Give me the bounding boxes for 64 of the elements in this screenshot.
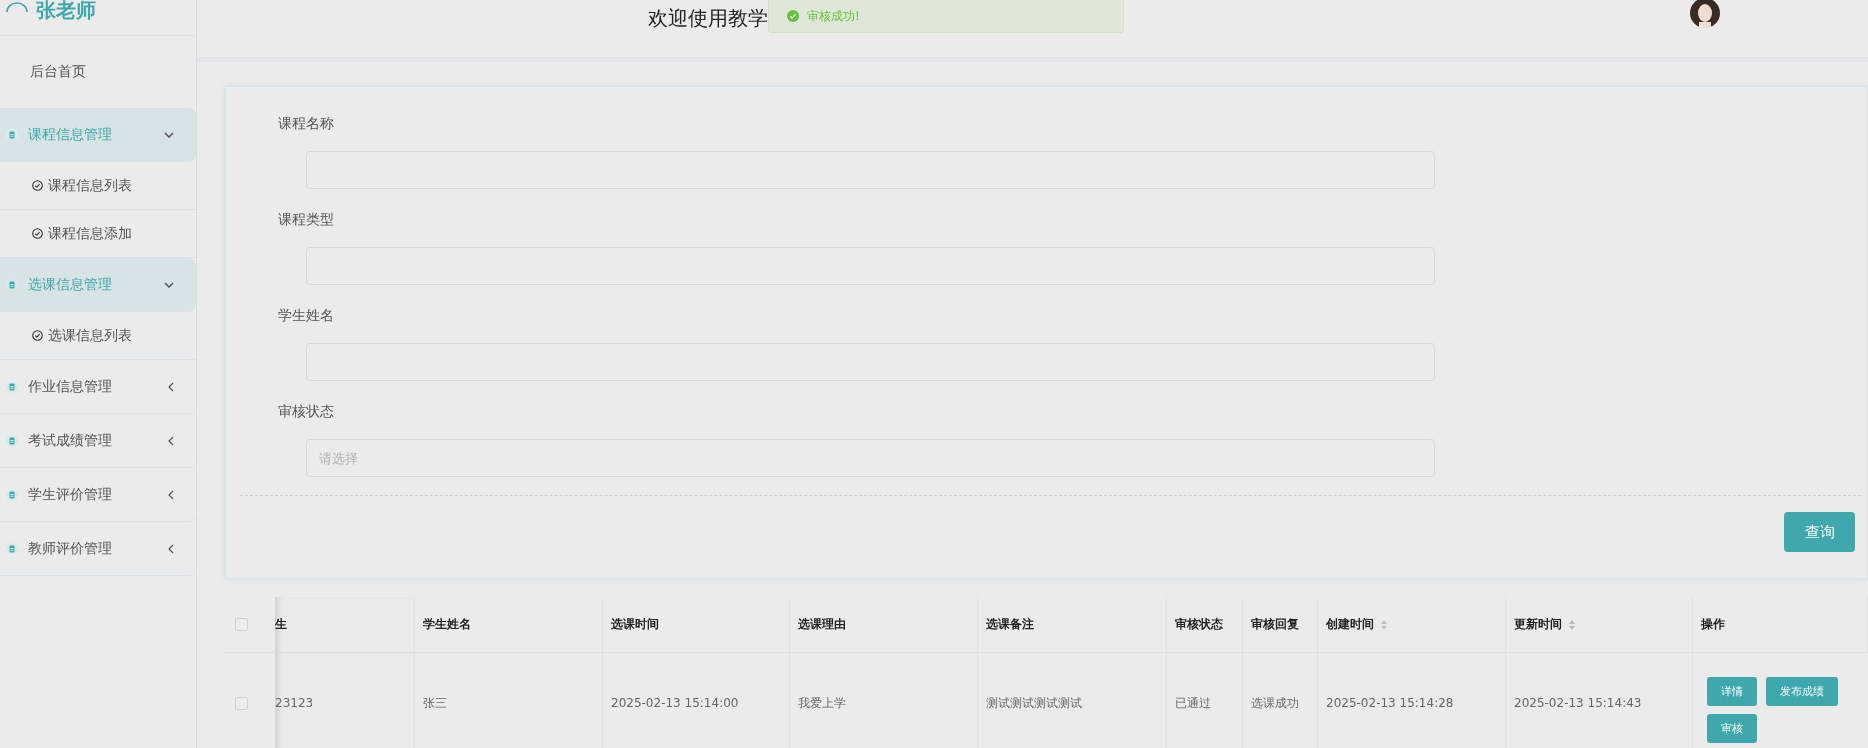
- nav-group[interactable]: 教师评价管理: [0, 522, 196, 576]
- chevron-left-icon: [168, 543, 174, 554]
- document-icon: [6, 434, 18, 447]
- document-icon: [6, 380, 18, 393]
- document-icon: [6, 542, 18, 555]
- user-icon: [6, 0, 28, 12]
- chevron-left-icon: [168, 381, 174, 392]
- welcome-title: 欢迎使用教学: [648, 5, 768, 32]
- nav-group-label: 考试成绩管理: [28, 431, 113, 450]
- field-label: 课程类型: [278, 211, 335, 229]
- nav-group[interactable]: 考试成绩管理: [0, 414, 196, 468]
- sort-icon[interactable]: [1568, 618, 1576, 631]
- nav-group-label: 教师评价管理: [28, 539, 113, 558]
- toast-message: 审核成功!: [807, 7, 860, 25]
- nav-subitem-label: 课程信息添加: [48, 224, 132, 243]
- nav-group-label: 课程信息管理: [28, 125, 113, 144]
- document-icon: [6, 488, 18, 501]
- row-checkbox[interactable]: [235, 696, 248, 710]
- check-circle-icon: [32, 180, 43, 191]
- column-header: 生: [275, 616, 287, 633]
- column-header: 选课理由: [798, 616, 846, 633]
- table-cell: 我爱上学: [798, 694, 846, 712]
- column-header: 选课备注: [986, 616, 1034, 633]
- nav-item[interactable]: 后台首页: [0, 36, 196, 108]
- column-header: 更新时间: [1514, 616, 1562, 633]
- nav-group-label: 学生评价管理: [28, 485, 113, 504]
- chevron-down-icon: [164, 281, 174, 288]
- nav-subitem-label: 课程信息列表: [48, 176, 132, 195]
- nav-group[interactable]: 学生评价管理: [0, 468, 196, 522]
- table-cell: 测试测试测试测试: [986, 694, 1082, 712]
- table-cell: 已通过: [1175, 694, 1211, 712]
- field-label: 审核状态: [278, 403, 335, 421]
- table-cell: 选课成功: [1251, 694, 1299, 712]
- nav-group[interactable]: 作业信息管理: [0, 360, 196, 414]
- nav-group-label: 选课信息管理: [28, 275, 113, 294]
- success-icon: [787, 10, 799, 22]
- nav-subitem[interactable]: 课程信息列表: [0, 162, 196, 210]
- check-circle-icon: [32, 228, 43, 239]
- select-all-checkbox[interactable]: [235, 618, 248, 631]
- document-icon: [6, 128, 18, 141]
- column-header: 审核状态: [1175, 616, 1223, 633]
- table-cell: 2025-02-13 15:14:28: [1326, 696, 1454, 710]
- nav-group-label: 作业信息管理: [28, 377, 113, 396]
- column-header: 操作: [1701, 616, 1725, 633]
- table-cell: 2025-02-13 15:14:43: [1514, 696, 1642, 710]
- nav-subitem-label: 选课信息列表: [48, 326, 132, 345]
- field-label: 课程名称: [278, 115, 335, 133]
- sort-icon[interactable]: [1380, 618, 1388, 631]
- table-cell: 张三: [423, 694, 447, 712]
- document-icon: [6, 278, 18, 291]
- table-cell: 2025-02-13 15:14:00: [611, 696, 739, 710]
- chevron-left-icon: [168, 489, 174, 500]
- chevron-left-icon: [168, 435, 174, 446]
- column-header: 创建时间: [1326, 616, 1374, 633]
- column-header: 审核回复: [1251, 616, 1299, 633]
- field-label: 学生姓名: [278, 307, 335, 325]
- chevron-down-icon: [164, 131, 174, 138]
- column-header: 学生姓名: [423, 616, 471, 633]
- nav-subitem[interactable]: 选课信息列表: [0, 312, 196, 360]
- check-circle-icon: [32, 330, 43, 341]
- table-cell: 23123: [275, 696, 314, 710]
- avatar[interactable]: [1690, 0, 1720, 28]
- user-name: 张老师: [36, 0, 96, 20]
- column-header: 选课时间: [611, 616, 659, 633]
